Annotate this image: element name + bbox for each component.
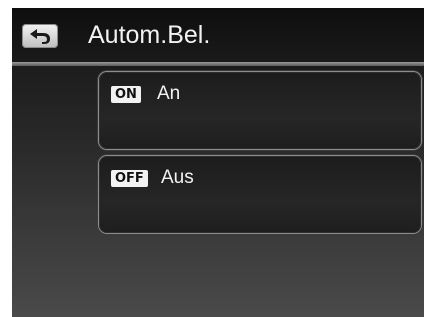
option-label-off: Aus	[161, 167, 194, 188]
header-divider	[12, 62, 424, 66]
back-arrow-icon	[30, 29, 50, 44]
off-badge-icon: OFF	[111, 170, 148, 187]
camera-menu-screen: Autom.Bel. ON An OFF Aus	[12, 8, 424, 317]
menu-header: Autom.Bel.	[12, 8, 424, 62]
on-badge-icon: ON	[111, 86, 141, 103]
back-button[interactable]	[22, 24, 58, 48]
option-off[interactable]: OFF Aus	[99, 156, 421, 233]
option-label-on: An	[157, 83, 181, 104]
option-on[interactable]: ON An	[99, 72, 421, 149]
page-title: Autom.Bel.	[88, 21, 211, 49]
